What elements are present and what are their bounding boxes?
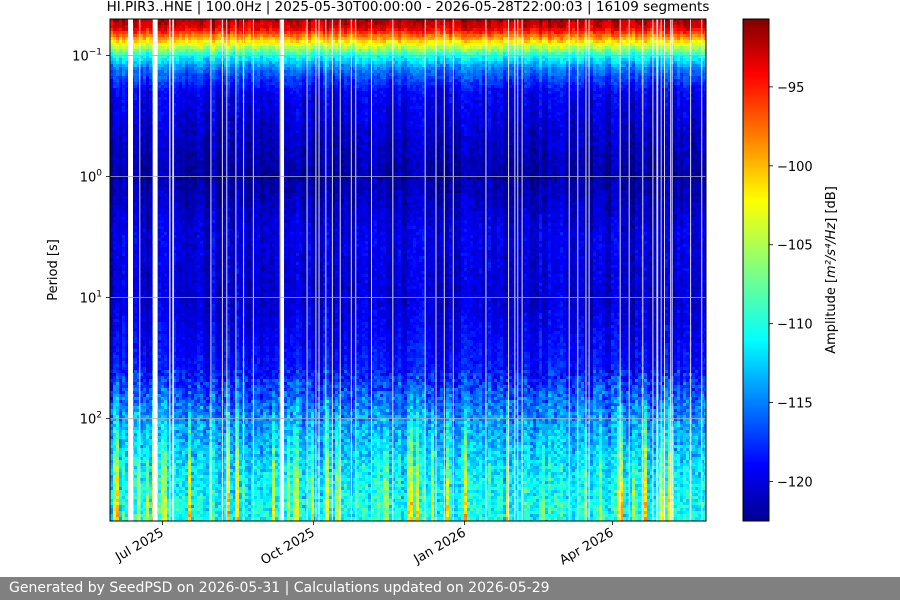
spectrogram-chart: HI.PIR3..HNE | 100.0Hz | 2025-05-30T00:0…	[0, 0, 900, 577]
heatmap-area	[110, 19, 708, 524]
